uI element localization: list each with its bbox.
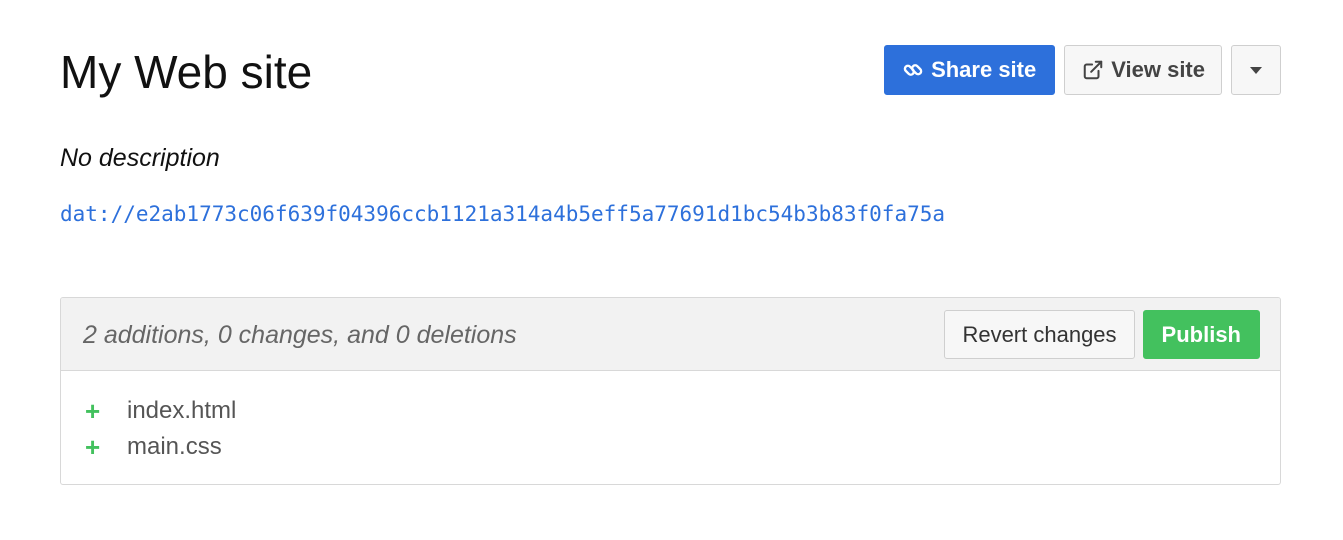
list-item: + index.html xyxy=(85,393,1280,429)
changes-header: 2 additions, 0 changes, and 0 deletions … xyxy=(61,298,1280,371)
site-url-link[interactable]: dat://e2ab1773c06f639f04396ccb1121a314a4… xyxy=(60,199,945,229)
view-site-button[interactable]: View site xyxy=(1064,45,1222,95)
more-options-button[interactable] xyxy=(1231,45,1281,95)
file-name: index.html xyxy=(127,397,237,424)
link-icon xyxy=(901,58,925,82)
changes-actions: Revert changes Publish xyxy=(944,310,1260,359)
site-description: No description xyxy=(60,144,220,172)
changes-summary: 2 additions, 0 changes, and 0 deletions xyxy=(83,321,517,349)
file-name: main.css xyxy=(127,433,222,460)
changed-files-list: + index.html + main.css xyxy=(61,371,1280,465)
share-site-button[interactable]: Share site xyxy=(884,45,1056,95)
addition-icon: + xyxy=(85,396,101,426)
caret-down-icon xyxy=(1250,66,1262,74)
external-link-icon xyxy=(1081,58,1105,82)
share-site-label: Share site xyxy=(931,57,1037,82)
publish-button[interactable]: Publish xyxy=(1142,310,1260,359)
view-site-label: View site xyxy=(1111,57,1205,82)
addition-icon: + xyxy=(85,432,101,462)
list-item: + main.css xyxy=(85,429,1280,465)
site-actions: Share site View site xyxy=(884,45,1281,95)
page-title: My Web site xyxy=(60,46,313,98)
changes-panel: 2 additions, 0 changes, and 0 deletions … xyxy=(60,297,1281,485)
revert-changes-button[interactable]: Revert changes xyxy=(944,310,1135,359)
